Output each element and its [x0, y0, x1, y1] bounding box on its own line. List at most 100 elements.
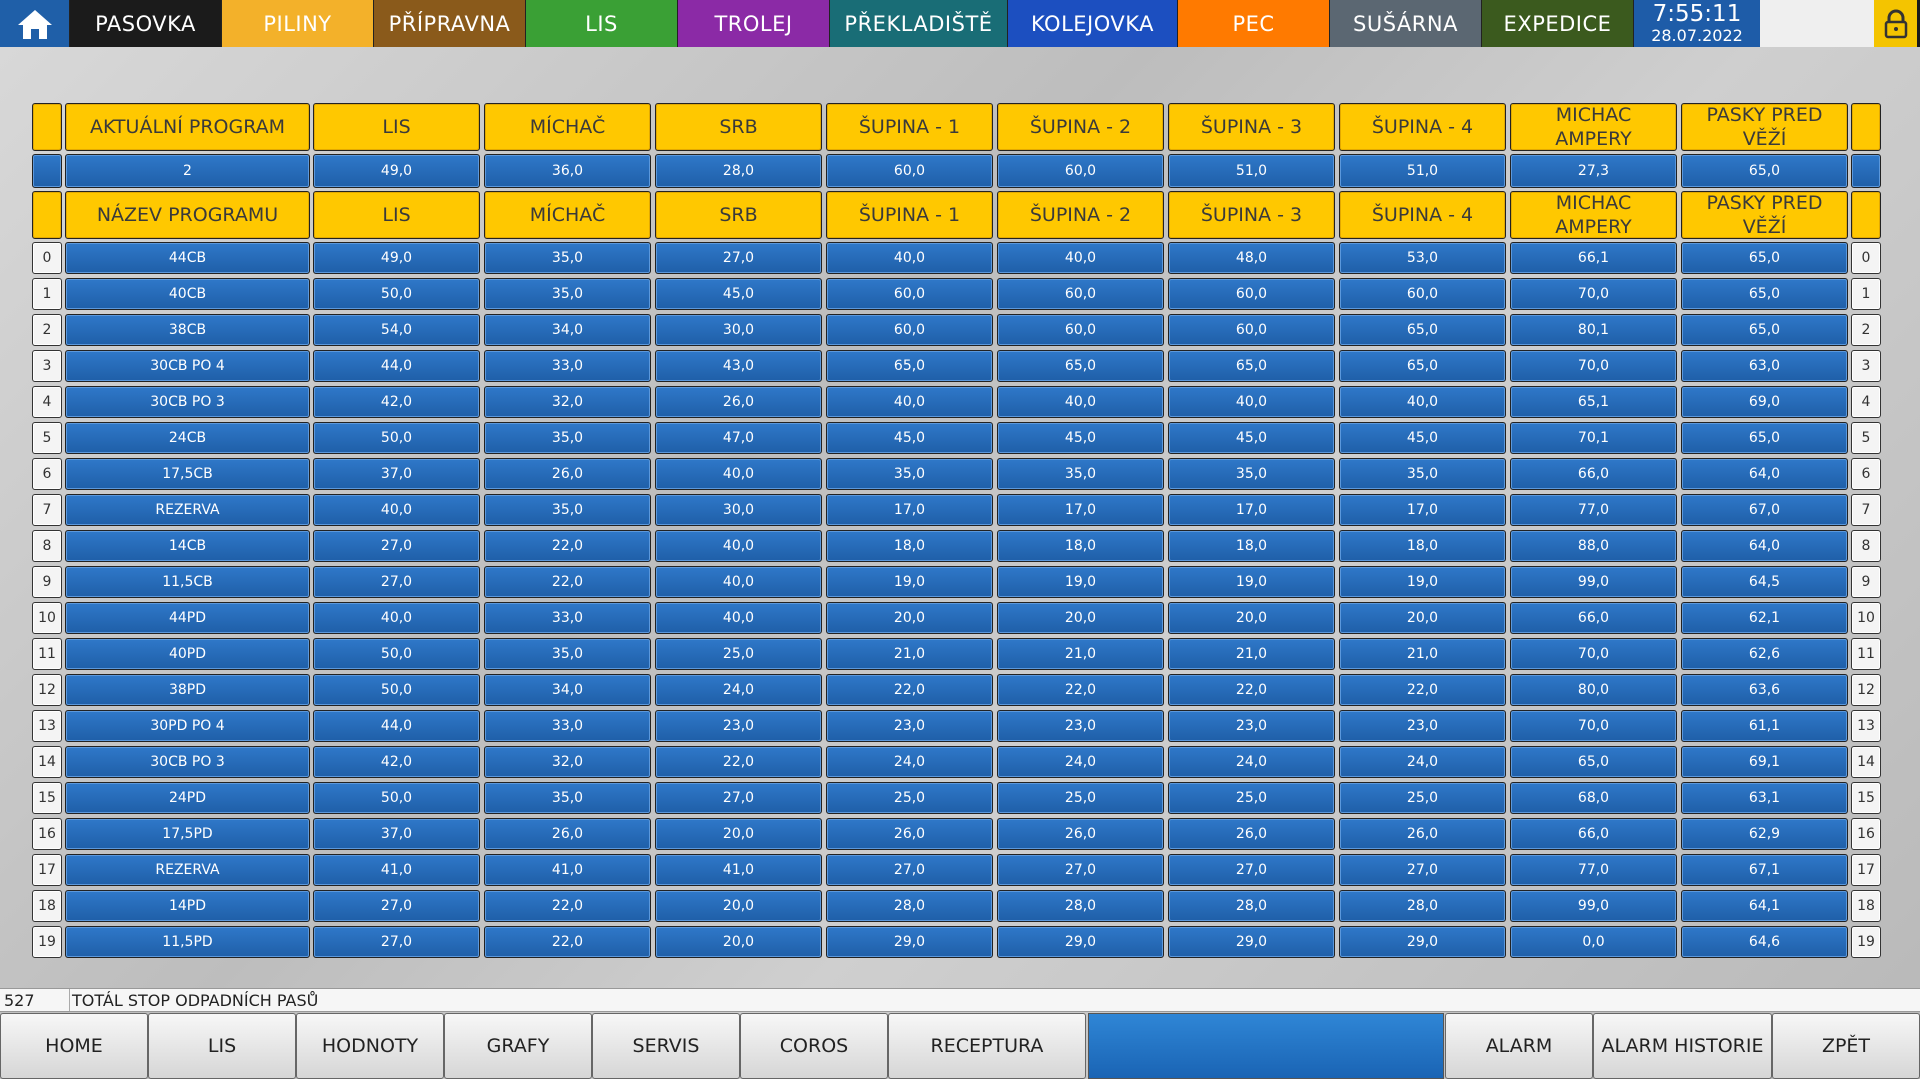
program-value-cell[interactable]: 25,0: [655, 638, 822, 670]
program-value-cell[interactable]: 62,9: [1681, 818, 1848, 850]
program-value-cell[interactable]: 66,1: [1510, 242, 1677, 274]
program-value-cell[interactable]: 64,0: [1681, 458, 1848, 490]
program-value-cell[interactable]: 22,0: [484, 926, 651, 958]
program-value-cell[interactable]: 40,0: [826, 386, 993, 418]
nav-pec[interactable]: PEC: [1178, 0, 1330, 47]
program-value-cell[interactable]: 27,0: [655, 242, 822, 274]
program-value-cell[interactable]: 60,0: [997, 314, 1164, 346]
program-value-cell[interactable]: 35,0: [997, 458, 1164, 490]
program-name-cell[interactable]: REZERVA: [65, 854, 310, 886]
program-value-cell[interactable]: 44,0: [313, 710, 480, 742]
program-name-cell[interactable]: 24CB: [65, 422, 310, 454]
program-value-cell[interactable]: 26,0: [655, 386, 822, 418]
program-value-cell[interactable]: 45,0: [826, 422, 993, 454]
program-value-cell[interactable]: 60,0: [1168, 314, 1335, 346]
program-name-cell[interactable]: 44CB: [65, 242, 310, 274]
program-value-cell[interactable]: 17,0: [1168, 494, 1335, 526]
program-value-cell[interactable]: 27,0: [313, 530, 480, 562]
program-name-cell[interactable]: 30CB PO 3: [65, 746, 310, 778]
program-value-cell[interactable]: 53,0: [1339, 242, 1506, 274]
current-value[interactable]: 36,0: [484, 154, 651, 188]
program-value-cell[interactable]: 64,5: [1681, 566, 1848, 598]
program-name-cell[interactable]: REZERVA: [65, 494, 310, 526]
program-value-cell[interactable]: 40,0: [1339, 386, 1506, 418]
program-value-cell[interactable]: 20,0: [655, 818, 822, 850]
program-value-cell[interactable]: 17,0: [1339, 494, 1506, 526]
program-value-cell[interactable]: 24,0: [655, 674, 822, 706]
program-value-cell[interactable]: 32,0: [484, 386, 651, 418]
program-value-cell[interactable]: 26,0: [826, 818, 993, 850]
program-value-cell[interactable]: 29,0: [826, 926, 993, 958]
nav-přípravna[interactable]: PŘÍPRAVNA: [374, 0, 526, 47]
program-value-cell[interactable]: 22,0: [1339, 674, 1506, 706]
program-name-cell[interactable]: 40CB: [65, 278, 310, 310]
program-value-cell[interactable]: 69,1: [1681, 746, 1848, 778]
program-value-cell[interactable]: 64,0: [1681, 530, 1848, 562]
program-value-cell[interactable]: 45,0: [655, 278, 822, 310]
program-name-cell[interactable]: 44PD: [65, 602, 310, 634]
program-value-cell[interactable]: 50,0: [313, 782, 480, 814]
program-value-cell[interactable]: 20,0: [997, 602, 1164, 634]
program-value-cell[interactable]: 60,0: [826, 278, 993, 310]
current-program-value[interactable]: 2: [65, 154, 310, 188]
program-value-cell[interactable]: 29,0: [1168, 926, 1335, 958]
program-value-cell[interactable]: 22,0: [484, 530, 651, 562]
program-value-cell[interactable]: 80,1: [1510, 314, 1677, 346]
program-name-cell[interactable]: 24PD: [65, 782, 310, 814]
program-value-cell[interactable]: 22,0: [484, 890, 651, 922]
nav-trolej[interactable]: TROLEJ: [678, 0, 830, 47]
program-name-cell[interactable]: 38PD: [65, 674, 310, 706]
bottom-alarm-historie-button[interactable]: ALARM HISTORIE: [1593, 1013, 1772, 1079]
program-value-cell[interactable]: 70,0: [1510, 350, 1677, 382]
program-value-cell[interactable]: 27,0: [313, 890, 480, 922]
program-value-cell[interactable]: 34,0: [484, 674, 651, 706]
program-value-cell[interactable]: 21,0: [1168, 638, 1335, 670]
program-value-cell[interactable]: 27,0: [1168, 854, 1335, 886]
program-value-cell[interactable]: 24,0: [997, 746, 1164, 778]
program-value-cell[interactable]: 28,0: [1168, 890, 1335, 922]
nav-překladiště[interactable]: PŘEKLADIŠTĚ: [830, 0, 1008, 47]
program-value-cell[interactable]: 18,0: [1339, 530, 1506, 562]
program-value-cell[interactable]: 35,0: [826, 458, 993, 490]
program-value-cell[interactable]: 23,0: [655, 710, 822, 742]
program-value-cell[interactable]: 70,1: [1510, 422, 1677, 454]
current-value[interactable]: 51,0: [1168, 154, 1335, 188]
program-value-cell[interactable]: 24,0: [1339, 746, 1506, 778]
program-value-cell[interactable]: 47,0: [655, 422, 822, 454]
program-value-cell[interactable]: 64,6: [1681, 926, 1848, 958]
program-value-cell[interactable]: 17,0: [997, 494, 1164, 526]
program-value-cell[interactable]: 17,0: [826, 494, 993, 526]
program-value-cell[interactable]: 35,0: [484, 278, 651, 310]
program-name-cell[interactable]: 38CB: [65, 314, 310, 346]
nav-sušárna[interactable]: SUŠÁRNA: [1330, 0, 1482, 47]
program-value-cell[interactable]: 20,0: [1168, 602, 1335, 634]
program-value-cell[interactable]: 65,0: [1681, 422, 1848, 454]
program-value-cell[interactable]: 27,0: [313, 926, 480, 958]
program-value-cell[interactable]: 69,0: [1681, 386, 1848, 418]
program-value-cell[interactable]: 23,0: [997, 710, 1164, 742]
program-value-cell[interactable]: 60,0: [1339, 278, 1506, 310]
program-value-cell[interactable]: 27,0: [997, 854, 1164, 886]
nav-kolejovka[interactable]: KOLEJOVKA: [1008, 0, 1178, 47]
program-value-cell[interactable]: 33,0: [484, 602, 651, 634]
nav-lis[interactable]: LIS: [526, 0, 678, 47]
current-value[interactable]: 60,0: [997, 154, 1164, 188]
program-value-cell[interactable]: 19,0: [997, 566, 1164, 598]
current-value[interactable]: 65,0: [1681, 154, 1848, 188]
program-value-cell[interactable]: 18,0: [1168, 530, 1335, 562]
program-value-cell[interactable]: 60,0: [826, 314, 993, 346]
program-value-cell[interactable]: 41,0: [313, 854, 480, 886]
program-value-cell[interactable]: 21,0: [826, 638, 993, 670]
program-value-cell[interactable]: 35,0: [484, 638, 651, 670]
program-value-cell[interactable]: 32,0: [484, 746, 651, 778]
program-value-cell[interactable]: 63,6: [1681, 674, 1848, 706]
program-value-cell[interactable]: 65,1: [1510, 386, 1677, 418]
nav-expedice[interactable]: EXPEDICE: [1482, 0, 1634, 47]
program-value-cell[interactable]: 41,0: [484, 854, 651, 886]
program-value-cell[interactable]: 25,0: [1339, 782, 1506, 814]
program-value-cell[interactable]: 65,0: [1510, 746, 1677, 778]
program-value-cell[interactable]: 37,0: [313, 458, 480, 490]
current-value[interactable]: 28,0: [655, 154, 822, 188]
program-value-cell[interactable]: 61,1: [1681, 710, 1848, 742]
program-value-cell[interactable]: 50,0: [313, 278, 480, 310]
